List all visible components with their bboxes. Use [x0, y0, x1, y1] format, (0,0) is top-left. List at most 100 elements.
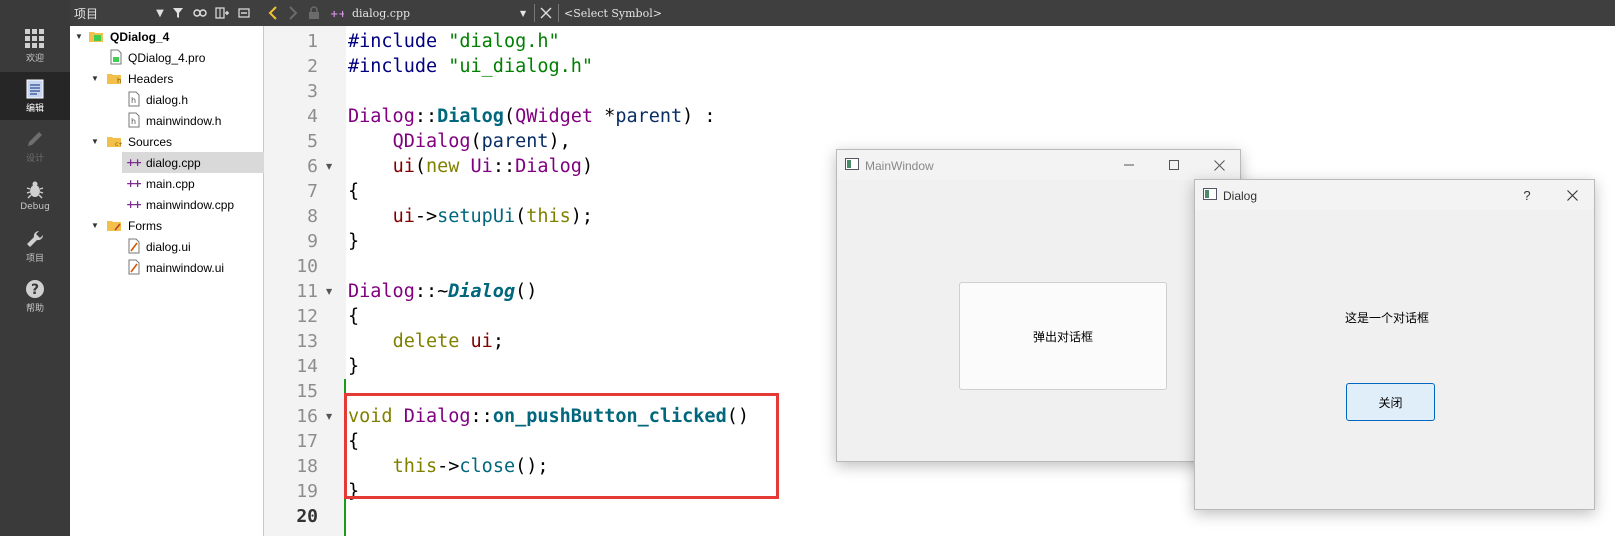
fold-marker-icon[interactable]: ▼ [326, 287, 332, 296]
tree-item-dialog-h[interactable]: h dialog.h [70, 89, 264, 110]
dialog-window: Dialog ? 这是一个对话框 关闭 [1194, 179, 1595, 510]
chevron-down-icon[interactable]: ▼ [90, 221, 100, 231]
open-documents-select[interactable]: dialog.cpp [352, 4, 410, 22]
mode-edit[interactable]: 编辑 [0, 72, 70, 120]
project-view-select[interactable]: 项目 [74, 5, 98, 22]
line-number: 15 [296, 381, 318, 402]
folder-h-icon: h [107, 74, 121, 85]
cpp-file-icon: ++ [126, 198, 142, 211]
dialog-close-button[interactable]: 关闭 [1346, 383, 1435, 421]
dialog-message: 这是一个对话框 [1345, 311, 1430, 325]
line-number: 19 [296, 481, 318, 502]
code-token: ( [503, 106, 516, 127]
code-token: this [526, 206, 571, 227]
code-token: "ui_dialog.h" [448, 56, 594, 77]
code-line: { [348, 179, 359, 204]
chevron-down-icon[interactable]: ▼ [152, 5, 168, 21]
mode-label: 编辑 [25, 103, 44, 114]
svg-text:+: + [133, 177, 142, 190]
tree-item-label: mainwindow.h [146, 113, 222, 128]
tree-item-dialog-cpp[interactable]: + + dialog.cpp [122, 152, 264, 173]
line-number: 2 [307, 56, 318, 77]
line-number: 5 [307, 131, 318, 152]
qt-project-icon [89, 32, 103, 42]
grid-icon [25, 28, 44, 48]
code-token: ), [548, 131, 571, 152]
mode-help[interactable]: ? 帮助 [0, 272, 70, 320]
close-pane-icon[interactable] [236, 5, 252, 21]
tree-item-pro-file[interactable]: QDialog_4.pro [70, 47, 264, 68]
symbol-select[interactable]: <Select Symbol> [564, 4, 662, 22]
lock-icon[interactable] [308, 4, 320, 22]
code-token: Dialog [348, 281, 415, 302]
tree-item-main-cpp[interactable]: + + main.cpp [70, 173, 264, 194]
tree-item-headers[interactable]: ▼ h Headers [70, 68, 264, 89]
annotation-highlight-box [344, 393, 779, 499]
toolbar-separator [534, 4, 535, 22]
mode-design[interactable]: 设计 [0, 122, 70, 170]
fold-marker-icon[interactable]: ▼ [326, 162, 332, 171]
tree-item-project[interactable]: ▼ QDialog_4 [70, 26, 264, 47]
code-token: :: [492, 156, 516, 177]
window-app-icon [845, 158, 859, 170]
tree-item-mainwindow-ui[interactable]: mainwindow.ui [70, 257, 264, 278]
code-line: } [348, 354, 359, 379]
tree-item-label: mainwindow.ui [146, 260, 225, 275]
code-token: QDialog [392, 131, 471, 152]
mode-welcome[interactable]: 欢迎 [0, 22, 70, 70]
code-line: QDialog(parent), [348, 129, 571, 154]
close-icon[interactable] [1552, 184, 1592, 206]
popup-dialog-button[interactable]: 弹出对话框 [959, 282, 1167, 390]
code-token: ) : [682, 106, 716, 127]
filter-icon[interactable] [170, 5, 186, 21]
tree-item-label: dialog.cpp [146, 155, 201, 170]
context-help-button[interactable]: ? [1507, 184, 1547, 206]
code-token: #include [348, 56, 449, 77]
back-arrow-icon[interactable] [268, 4, 278, 22]
code-token: ( [414, 156, 426, 177]
svg-text:?: ? [31, 282, 39, 298]
pro-file-icon [110, 49, 122, 65]
tree-item-forms[interactable]: ▼ Forms [70, 215, 264, 236]
code-token: ui [392, 156, 415, 177]
line-number: 18 [296, 456, 318, 477]
close-icon[interactable] [1199, 154, 1239, 176]
wrench-icon [27, 230, 44, 247]
svg-text:h: h [131, 96, 136, 105]
code-token: parent [481, 131, 549, 152]
maximize-icon[interactable] [1154, 154, 1194, 176]
mode-projects[interactable]: 项目 [0, 222, 70, 270]
project-toolbar: 项目 ▼ [70, 0, 264, 26]
tree-item-label: QDialog_4.pro [128, 50, 206, 65]
code-token: :: [414, 106, 438, 127]
code-token: { [348, 181, 360, 202]
fold-marker-icon[interactable]: ▼ [326, 412, 332, 421]
close-document-icon[interactable] [540, 4, 552, 22]
code-line: Dialog::~Dialog() [348, 279, 537, 304]
svg-text:+: + [133, 156, 142, 169]
line-number: 6 [307, 156, 318, 177]
tree-item-sources[interactable]: ▼ c+ Sources [70, 131, 264, 152]
split-icon[interactable] [214, 5, 230, 21]
mode-label: Debug [20, 202, 50, 212]
link-icon[interactable] [192, 5, 208, 21]
code-token: Dialog [437, 106, 504, 127]
minimize-icon[interactable] [1109, 154, 1149, 176]
tree-item-dialog-ui[interactable]: dialog.ui [70, 236, 264, 257]
mode-debug[interactable]: Debug [0, 172, 70, 220]
chevron-down-icon[interactable]: ▼ [74, 32, 84, 42]
code-line: ui(new Ui::Dialog) [348, 154, 594, 179]
chevron-down-icon[interactable]: ▼ [90, 74, 100, 84]
tree-item-mainwindow-h[interactable]: h mainwindow.h [70, 110, 264, 131]
forward-arrow-icon[interactable] [288, 4, 298, 22]
code-token: new [425, 156, 471, 177]
chevron-down-icon[interactable]: ▼ [520, 4, 526, 22]
tree-item-mainwindow-cpp[interactable]: + + mainwindow.cpp [70, 194, 264, 215]
code-token: } [348, 356, 360, 377]
folder-cpp-icon: c+ [107, 137, 122, 148]
code-token: } [348, 231, 360, 252]
code-line: Dialog::Dialog(QWidget *parent) : [348, 104, 716, 129]
line-number: 3 [307, 81, 318, 102]
chevron-down-icon[interactable]: ▼ [90, 137, 100, 147]
